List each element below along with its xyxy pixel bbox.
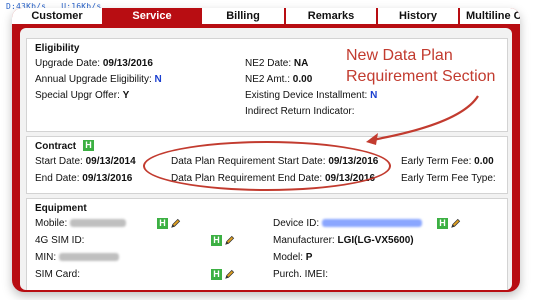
tab-bar: Customer Service Billing Remarks History… xyxy=(12,8,520,26)
ne2-amt-value: 0.00 xyxy=(292,74,313,85)
data-plan-start-value: 09/13/2016 xyxy=(328,156,379,167)
start-date-value: 09/13/2014 xyxy=(85,156,136,167)
start-date-label: Start Date: xyxy=(35,156,83,167)
model-value: P xyxy=(305,252,313,263)
ne2-date-row: NE2 Date: NA xyxy=(245,58,308,69)
history-badge[interactable]: H xyxy=(83,140,94,151)
early-term-fee-label: Early Term Fee: xyxy=(401,156,472,167)
end-date-value: 09/13/2016 xyxy=(82,173,133,184)
model-label: Model: xyxy=(273,252,304,263)
early-term-fee-type-label: Early Term Fee Type: xyxy=(401,173,496,184)
annotation-line-2: Requirement Section xyxy=(346,68,496,85)
device-history-badge[interactable]: H xyxy=(437,218,448,229)
contract-title: Contract xyxy=(35,141,77,152)
special-offer-label: Special Upgr Offer: xyxy=(35,90,120,101)
purchase-imei-label: Purch. IMEI: xyxy=(273,269,329,280)
early-term-fee-value: 0.00 xyxy=(474,156,494,167)
special-offer-row: Special Upgr Offer: Y xyxy=(35,90,129,101)
mobile-value-redacted xyxy=(70,219,127,228)
annual-eligibility-label: Annual Upgrade Eligibility: xyxy=(35,74,152,85)
min-label: MIN: xyxy=(35,252,57,263)
data-plan-start-row: Data Plan Requirement Start Date: 09/13/… xyxy=(171,156,378,167)
eligibility-title: Eligibility xyxy=(35,43,80,54)
sim-history-badge[interactable]: H xyxy=(211,235,222,246)
tab-remarks[interactable]: Remarks xyxy=(286,8,376,24)
special-offer-value: Y xyxy=(122,90,130,101)
equipment-title: Equipment xyxy=(35,203,87,214)
ne2-date-label: NE2 Date: xyxy=(245,58,292,69)
start-date-row: Start Date: 09/13/2014 xyxy=(35,156,136,167)
tab-customer[interactable]: Customer xyxy=(12,8,102,24)
min-value-redacted xyxy=(58,253,119,262)
indirect-return-label: Indirect Return Indicator: xyxy=(245,106,355,117)
existing-installment-label: Existing Device Installment: xyxy=(245,90,368,101)
data-plan-end-row: Data Plan Requirement End Date: 09/13/20… xyxy=(171,173,375,184)
annotation-line-1: New Data Plan xyxy=(346,47,453,64)
mobile-edit-pencil-icon[interactable] xyxy=(170,218,181,229)
ne2-amt-label: NE2 Amt.: xyxy=(245,74,291,85)
device-edit-pencil-icon[interactable] xyxy=(450,218,461,229)
device-id-row: Device ID: xyxy=(273,218,422,229)
manufacturer-row: Manufacturer: LGI(LG-VX5600) xyxy=(273,235,414,246)
annual-eligibility-value: N xyxy=(154,74,162,85)
upgrade-date-row: Upgrade Date: 09/13/2016 xyxy=(35,58,153,69)
ne2-date-value: NA xyxy=(293,58,309,69)
device-id-label: Device ID: xyxy=(273,218,320,229)
manufacturer-label: Manufacturer: xyxy=(273,235,335,246)
data-plan-end-value: 09/13/2016 xyxy=(324,173,376,184)
tab-service[interactable]: Service xyxy=(104,8,200,24)
early-term-fee-row: Early Term Fee: 0.00 xyxy=(401,156,494,167)
contract-panel: Contract H Start Date: 09/13/2014 End Da… xyxy=(26,136,508,194)
sim-id-label: 4G SIM ID: xyxy=(35,235,85,246)
mobile-row: Mobile: xyxy=(35,218,127,229)
tab-billing[interactable]: Billing xyxy=(202,8,284,24)
min-row: MIN: xyxy=(35,252,119,263)
tab-history[interactable]: History xyxy=(378,8,458,24)
device-id-value-redacted[interactable] xyxy=(321,219,422,228)
simcard-edit-pencil-icon[interactable] xyxy=(224,269,235,280)
data-plan-end-label: Data Plan Requirement End Date: xyxy=(171,173,323,184)
mobile-label: Mobile: xyxy=(35,218,68,229)
equipment-panel: Equipment Mobile: H 4G SIM ID: H MIN: SI… xyxy=(26,198,508,290)
upgrade-date-label: Upgrade Date: xyxy=(35,58,101,69)
sim-card-label: SIM Card: xyxy=(35,269,81,280)
upgrade-date-value: 09/13/2016 xyxy=(102,58,153,69)
end-date-label: End Date: xyxy=(35,173,80,184)
existing-installment-row: Existing Device Installment: N xyxy=(245,90,377,101)
mobile-history-badge[interactable]: H xyxy=(157,218,168,229)
ne2-amt-row: NE2 Amt.: 0.00 xyxy=(245,74,312,85)
sim-edit-pencil-icon[interactable] xyxy=(224,235,235,246)
existing-installment-value: N xyxy=(370,90,378,101)
simcard-history-badge[interactable]: H xyxy=(211,269,222,280)
end-date-row: End Date: 09/13/2016 xyxy=(35,173,132,184)
model-row: Model: P xyxy=(273,252,312,263)
annual-eligibility-row: Annual Upgrade Eligibility: N xyxy=(35,74,162,85)
manufacturer-value: LGI(LG-VX5600) xyxy=(337,235,414,246)
data-plan-start-label: Data Plan Requirement Start Date: xyxy=(171,156,326,167)
tab-multiline-order[interactable]: Multiline Order / xyxy=(460,8,520,24)
